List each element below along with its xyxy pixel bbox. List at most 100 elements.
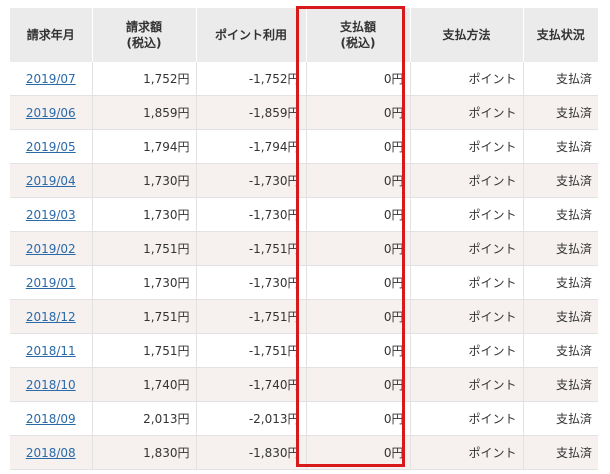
billed-amount-cell: 1,740円 — [92, 367, 197, 402]
payment-status-cell: 支払済 — [523, 333, 598, 368]
billing-month-link[interactable]: 2018/10 — [26, 378, 76, 392]
payment-status-cell: 支払済 — [523, 62, 598, 96]
billing-month-link[interactable]: 2019/05 — [26, 140, 76, 154]
table-row: 2018/08 1,830円 -1,830円 0円 ポイント 支払済 — [10, 435, 598, 470]
billing-month-link[interactable]: 2018/11 — [26, 344, 76, 358]
points-used-cell: -1,740円 — [196, 367, 307, 402]
points-used-cell: -1,752円 — [196, 62, 307, 96]
payment-status-cell: 支払済 — [523, 367, 598, 402]
points-used-cell: -1,730円 — [196, 163, 307, 198]
billing-month-cell: 2019/04 — [10, 163, 93, 198]
billing-month-link[interactable]: 2018/12 — [26, 310, 76, 324]
header-payment-status: 支払状況 — [523, 8, 598, 62]
billing-month-link[interactable]: 2019/07 — [26, 72, 76, 86]
billed-amount-cell: 1,859円 — [92, 95, 197, 130]
billing-month-cell: 2018/09 — [10, 401, 93, 436]
table-row: 2019/03 1,730円 -1,730円 0円 ポイント 支払済 — [10, 197, 598, 232]
paid-amount-cell: 0円 — [306, 333, 411, 368]
billing-month-cell: 2019/05 — [10, 129, 93, 164]
billed-amount-cell: 1,730円 — [92, 163, 197, 198]
billing-month-link[interactable]: 2018/09 — [26, 412, 76, 426]
payment-method-cell: ポイント — [410, 231, 524, 266]
points-used-cell: -1,730円 — [196, 265, 307, 300]
billing-month-link[interactable]: 2018/08 — [26, 446, 76, 460]
points-used-cell: -1,751円 — [196, 231, 307, 266]
billing-month-link[interactable]: 2019/04 — [26, 174, 76, 188]
billed-amount-cell: 1,730円 — [92, 197, 197, 232]
table-row: 2018/11 1,751円 -1,751円 0円 ポイント 支払済 — [10, 333, 598, 368]
billing-month-cell: 2018/10 — [10, 367, 93, 402]
header-row: 請求年月 請求額 (税込) ポイント利用 支払額 (税込) 支払方法 支払状況 — [10, 8, 598, 62]
payment-status-cell: 支払済 — [523, 299, 598, 334]
billing-month-link[interactable]: 2019/02 — [26, 242, 76, 256]
billing-month-link[interactable]: 2019/06 — [26, 106, 76, 120]
header-payment-method: 支払方法 — [410, 8, 524, 62]
table-row: 2018/12 1,751円 -1,751円 0円 ポイント 支払済 — [10, 299, 598, 334]
paid-amount-cell: 0円 — [306, 265, 411, 300]
table-row: 2019/05 1,794円 -1,794円 0円 ポイント 支払済 — [10, 129, 598, 164]
points-used-cell: -1,859円 — [196, 95, 307, 130]
billing-history-table: 請求年月 請求額 (税込) ポイント利用 支払額 (税込) 支払方法 支払状況 — [10, 8, 598, 470]
billed-amount-cell: 1,751円 — [92, 231, 197, 266]
billing-month-cell: 2019/06 — [10, 95, 93, 130]
paid-amount-cell: 0円 — [306, 163, 411, 198]
payment-method-cell: ポイント — [410, 333, 524, 368]
payment-status-cell: 支払済 — [523, 197, 598, 232]
payment-status-cell: 支払済 — [523, 231, 598, 266]
paid-amount-cell: 0円 — [306, 62, 411, 96]
billing-month-cell: 2018/12 — [10, 299, 93, 334]
header-points-used: ポイント利用 — [196, 8, 307, 62]
paid-amount-cell: 0円 — [306, 401, 411, 436]
paid-amount-cell: 0円 — [306, 197, 411, 232]
paid-amount-cell: 0円 — [306, 95, 411, 130]
payment-status-cell: 支払済 — [523, 163, 598, 198]
billed-amount-cell: 1,794円 — [92, 129, 197, 164]
header-billed-amount: 請求額 (税込) — [92, 8, 197, 62]
header-billing-month: 請求年月 — [10, 8, 93, 62]
payment-status-cell: 支払済 — [523, 95, 598, 130]
paid-amount-cell: 0円 — [306, 129, 411, 164]
points-used-cell: -1,830円 — [196, 435, 307, 470]
table-row: 2018/10 1,740円 -1,740円 0円 ポイント 支払済 — [10, 367, 598, 402]
paid-amount-cell: 0円 — [306, 299, 411, 334]
header-paid-amount: 支払額 (税込) — [306, 8, 411, 62]
billed-amount-cell: 1,730円 — [92, 265, 197, 300]
points-used-cell: -1,730円 — [196, 197, 307, 232]
billing-month-cell: 2019/03 — [10, 197, 93, 232]
points-used-cell: -1,751円 — [196, 333, 307, 368]
payment-method-cell: ポイント — [410, 62, 524, 96]
payment-status-cell: 支払済 — [523, 129, 598, 164]
billing-month-cell: 2018/08 — [10, 435, 93, 470]
payment-method-cell: ポイント — [410, 435, 524, 470]
billing-month-link[interactable]: 2019/01 — [26, 276, 76, 290]
billed-amount-cell: 1,751円 — [92, 333, 197, 368]
payment-method-cell: ポイント — [410, 265, 524, 300]
points-used-cell: -1,794円 — [196, 129, 307, 164]
payment-status-cell: 支払済 — [523, 265, 598, 300]
table-header: 請求年月 請求額 (税込) ポイント利用 支払額 (税込) 支払方法 支払状況 — [10, 8, 598, 62]
payment-method-cell: ポイント — [410, 95, 524, 130]
table-row: 2019/01 1,730円 -1,730円 0円 ポイント 支払済 — [10, 265, 598, 300]
billed-amount-cell: 1,751円 — [92, 299, 197, 334]
paid-amount-cell: 0円 — [306, 435, 411, 470]
billing-month-cell: 2019/01 — [10, 265, 93, 300]
billing-month-link[interactable]: 2019/03 — [26, 208, 76, 222]
billed-amount-cell: 1,830円 — [92, 435, 197, 470]
billing-month-cell: 2018/11 — [10, 333, 93, 368]
billing-month-cell: 2019/02 — [10, 231, 93, 266]
billed-amount-cell: 2,013円 — [92, 401, 197, 436]
paid-amount-cell: 0円 — [306, 367, 411, 402]
payment-method-cell: ポイント — [410, 197, 524, 232]
paid-amount-cell: 0円 — [306, 231, 411, 266]
billing-month-cell: 2019/07 — [10, 62, 93, 96]
table-row: 2019/04 1,730円 -1,730円 0円 ポイント 支払済 — [10, 163, 598, 198]
payment-method-cell: ポイント — [410, 129, 524, 164]
billed-amount-cell: 1,752円 — [92, 62, 197, 96]
payment-method-cell: ポイント — [410, 163, 524, 198]
payment-method-cell: ポイント — [410, 367, 524, 402]
points-used-cell: -1,751円 — [196, 299, 307, 334]
payment-method-cell: ポイント — [410, 299, 524, 334]
payment-method-cell: ポイント — [410, 401, 524, 436]
payment-status-cell: 支払済 — [523, 435, 598, 470]
table-body: 2019/07 1,752円 -1,752円 0円 ポイント 支払済 2019/… — [10, 62, 598, 470]
